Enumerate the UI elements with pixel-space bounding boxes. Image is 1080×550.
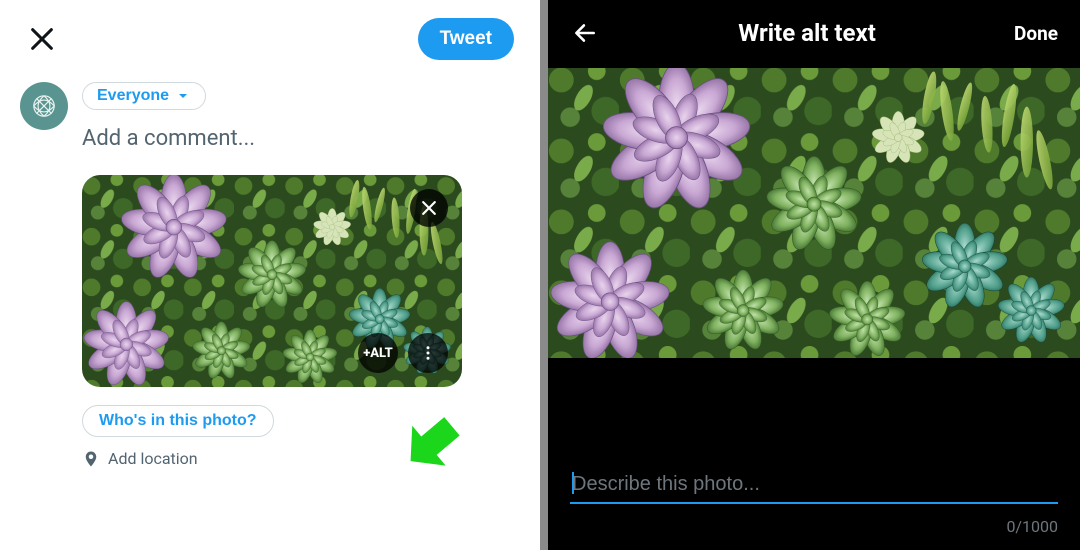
- photo-more-button[interactable]: [408, 333, 448, 373]
- alt-photo-preview: [548, 68, 1080, 358]
- done-button[interactable]: Done: [1014, 22, 1058, 45]
- remove-photo-button[interactable]: [410, 189, 448, 227]
- text-cursor: [572, 472, 574, 494]
- close-icon: [419, 198, 439, 218]
- add-location-label: Add location: [108, 449, 198, 468]
- alt-text-input-wrap: [570, 467, 1058, 504]
- compose-input[interactable]: Add a comment...: [82, 126, 514, 151]
- close-button[interactable]: [26, 23, 58, 55]
- compose-tweet-pane: Tweet Everyone Ad: [0, 0, 540, 550]
- close-icon: [28, 25, 56, 53]
- compose-header: Tweet: [0, 0, 540, 72]
- add-alt-text-button[interactable]: +ALT: [358, 333, 398, 373]
- audience-selector[interactable]: Everyone: [82, 82, 206, 110]
- add-location-button[interactable]: Add location: [82, 449, 514, 468]
- location-pin-icon: [82, 450, 100, 468]
- avatar[interactable]: [20, 82, 68, 130]
- tweet-button[interactable]: Tweet: [418, 18, 514, 60]
- chevron-down-icon: [175, 88, 191, 104]
- character-counter: 0/1000: [1006, 517, 1058, 536]
- avatar-icon: [27, 89, 61, 123]
- attached-photo[interactable]: +ALT: [82, 175, 462, 387]
- alt-text-pane: Write alt text Done 0/1000: [548, 0, 1080, 550]
- tag-people-button[interactable]: Who's in this photo?: [82, 405, 274, 437]
- alt-text-input[interactable]: [570, 467, 1058, 504]
- pane-divider: [540, 0, 548, 550]
- more-vertical-icon: [419, 344, 437, 362]
- page-title: Write alt text: [738, 19, 876, 47]
- audience-label: Everyone: [97, 87, 169, 105]
- alt-header: Write alt text Done: [548, 0, 1080, 62]
- back-button[interactable]: [570, 18, 600, 48]
- arrow-left-icon: [572, 20, 598, 46]
